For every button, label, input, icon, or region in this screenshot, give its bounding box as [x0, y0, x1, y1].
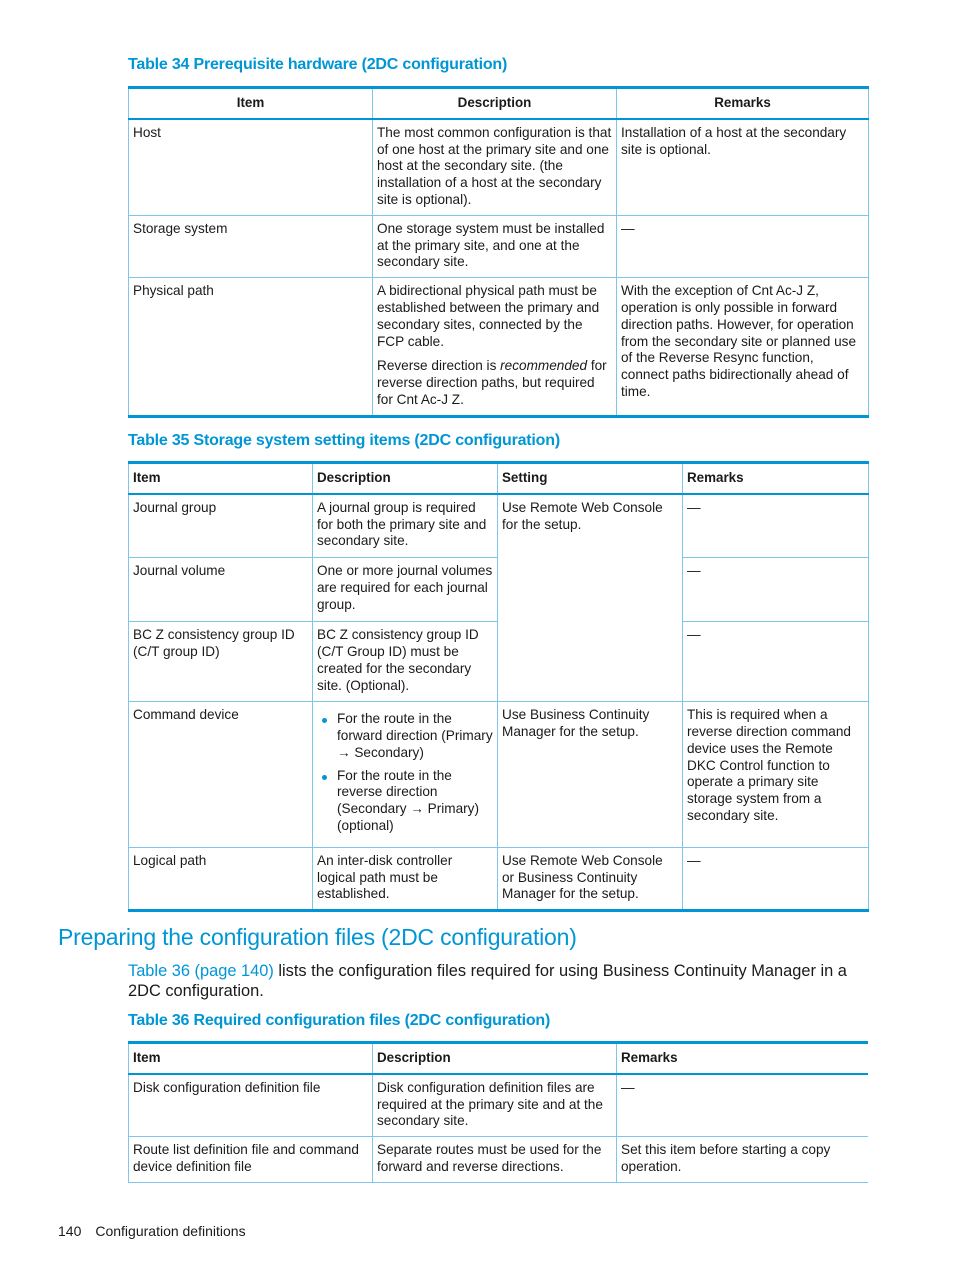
cell-item: BC Z consistency group ID (C/T group ID): [128, 621, 313, 703]
cell-item: Host: [128, 118, 373, 216]
cell-item: Physical path: [128, 277, 373, 417]
cell-remarks: —: [682, 493, 869, 559]
emphasis-text: recommended: [500, 358, 588, 374]
cell-description: One storage system must be installed at …: [372, 214, 617, 279]
column-header-item: Item: [128, 1041, 373, 1075]
cell-description: A bidirectional physical path must be es…: [372, 277, 617, 417]
cell-remarks: Set this item before starting a copy ope…: [616, 1136, 868, 1183]
table-34-caption: Table 34 Prerequisite hardware (2DC conf…: [128, 56, 508, 73]
column-header-description: Description: [372, 1041, 617, 1075]
table-36-link[interactable]: Table 36 (page 140): [128, 962, 274, 980]
section-heading: Preparing the configuration files (2DC c…: [58, 924, 577, 950]
table-36-caption: Table 36 Required configuration files (2…: [128, 1012, 551, 1029]
column-header-remarks: Remarks: [616, 1041, 868, 1075]
cell-remarks: —: [682, 621, 869, 703]
cell-item: Command device: [128, 701, 313, 848]
cell-setting: Use Business Continuity Manager for the …: [497, 701, 683, 848]
cell-description: Separate routes must be used for the for…: [372, 1136, 617, 1183]
column-header-description: Description: [372, 86, 617, 120]
cell-item: Journal group: [128, 493, 313, 559]
table-header-row: Item Description Remarks: [128, 86, 869, 120]
table-35-caption: Table 35 Storage system setting items (2…: [128, 432, 560, 449]
cell-item: Storage system: [128, 214, 373, 279]
cell-description: Disk configuration definition files are …: [372, 1073, 617, 1138]
bullet-item: For the route in the reverse direction (…: [322, 768, 493, 835]
page-number: 140: [58, 1223, 82, 1239]
column-header-remarks: Remarks: [616, 86, 869, 120]
table-36: Item Description Remarks Disk configurat…: [128, 1041, 868, 1183]
bullet-list: For the route in the forward direction (…: [317, 711, 493, 835]
cell-setting: Use Remote Web Console or Business Conti…: [497, 846, 683, 912]
cell-description: A journal group is required for both the…: [312, 493, 498, 559]
cell-remarks: —: [682, 557, 869, 623]
cell-description: An inter-disk controller logical path mu…: [312, 846, 498, 912]
column-header-description: Description: [312, 461, 498, 495]
cell-item: Journal volume: [128, 557, 313, 623]
table-35: Item Description Setting Remarks Journal…: [128, 461, 869, 913]
table-row: Logical path An inter-disk controller lo…: [128, 846, 869, 912]
table-row: Journal group A journal group is require…: [128, 493, 869, 703]
table-36-container: Item Description Remarks Disk configurat…: [128, 1041, 868, 1183]
table-row: Disk configuration definition file Disk …: [128, 1073, 868, 1138]
cell-remarks: Installation of a host at the secondary …: [616, 118, 869, 216]
table-row: Route list definition file and command d…: [128, 1136, 868, 1183]
column-header-remarks: Remarks: [682, 461, 869, 495]
table-row: Host The most common configuration is th…: [128, 118, 869, 216]
table-34: Item Description Remarks Host The most c…: [128, 86, 869, 418]
cell-description: The most common configuration is that of…: [372, 118, 617, 216]
cell-description: BC Z consistency group ID (C/T Group ID)…: [312, 621, 498, 703]
page-footer: 140 Configuration definitions: [58, 1223, 246, 1239]
description-paragraph: A bidirectional physical path must be es…: [377, 283, 600, 349]
section-intro: Table 36 (page 140) lists the configurat…: [128, 961, 873, 1001]
cell-setting: Use Remote Web Console for the setup.: [497, 493, 683, 703]
text-span: Reverse direction is: [377, 358, 501, 374]
cell-remarks: With the exception of Cnt Ac-J Z, operat…: [616, 277, 869, 417]
table-row: Command device For the route in the forw…: [128, 701, 869, 848]
cell-description: One or more journal volumes are required…: [312, 557, 498, 623]
table-row: Physical path A bidirectional physical p…: [128, 277, 869, 417]
table-header-row: Item Description Setting Remarks: [128, 461, 869, 495]
cell-remarks: This is required when a reverse directio…: [682, 701, 869, 848]
cell-description: For the route in the forward direction (…: [312, 701, 498, 848]
table-row: Storage system One storage system must b…: [128, 214, 869, 279]
cell-item: Disk configuration definition file: [128, 1073, 373, 1138]
footer-section-name: Configuration definitions: [95, 1223, 246, 1239]
table-header-row: Item Description Remarks: [128, 1041, 868, 1075]
cell-remarks: —: [616, 214, 869, 279]
bullet-item: For the route in the forward direction (…: [322, 711, 493, 760]
cell-item: Logical path: [128, 846, 313, 912]
column-header-item: Item: [128, 461, 313, 495]
column-header-item: Item: [128, 86, 373, 120]
description-paragraph: Reverse direction is recommended for rev…: [377, 358, 612, 408]
cell-remarks: —: [682, 846, 869, 912]
cell-remarks: —: [616, 1073, 868, 1138]
column-header-setting: Setting: [497, 461, 683, 495]
cell-item: Route list definition file and command d…: [128, 1136, 373, 1183]
